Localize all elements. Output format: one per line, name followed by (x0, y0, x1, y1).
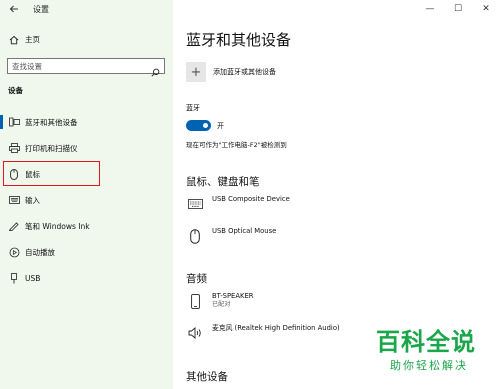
group-heading-audio: 音频 (186, 273, 207, 285)
sidebar-item-printers[interactable]: 打印机和扫描仪 (0, 139, 173, 157)
device-name: USB Optical Mouse (212, 227, 277, 235)
sidebar-item-label: 笔和 Windows Ink (25, 222, 90, 231)
sidebar-item-pen[interactable]: 笔和 Windows Ink (0, 217, 173, 235)
device-usb-optical-mouse[interactable]: USB Optical Mouse (186, 226, 486, 246)
group-heading-mouse-keyboard-pen: 鼠标、键盘和笔 (186, 176, 260, 188)
device-status: 已配对 (212, 301, 231, 308)
sidebar-item-label: 打印机和扫描仪 (25, 144, 78, 153)
sidebar-item-label: 输入 (25, 196, 40, 205)
app-title: 设置 (33, 5, 49, 14)
maximize-button[interactable]: ☐ (444, 2, 472, 16)
bluetooth-state-label: 开 (217, 122, 224, 130)
search-box[interactable] (7, 58, 165, 77)
speaker-icon (186, 323, 204, 343)
discoverable-text: 现在可作为"工作电脑-F2"被检测到 (186, 141, 287, 149)
keyboard-icon (186, 194, 204, 214)
sidebar-item-autoplay[interactable]: 自动播放 (0, 243, 173, 261)
bluetooth-toggle[interactable] (186, 120, 211, 131)
home-icon (8, 33, 20, 47)
window-controls: — ☐ ✕ (416, 2, 500, 16)
page-title: 蓝牙和其他设备 (186, 31, 292, 49)
close-button[interactable]: ✕ (472, 2, 500, 16)
highlight-box (3, 161, 100, 186)
pen-icon (8, 219, 20, 233)
watermark-main: 百科全说 (376, 328, 476, 356)
sidebar-item-input[interactable]: 输入 (0, 191, 173, 209)
add-device-label[interactable]: 添加蓝牙或其他设备 (213, 67, 276, 77)
device-bt-speaker[interactable]: BT-SPEAKER 已配对 (186, 291, 486, 311)
device-name: 麦克风 (Realtek High Definition Audio) (212, 324, 340, 332)
autoplay-icon (8, 245, 20, 259)
sidebar-item-usb[interactable]: USB (0, 269, 173, 287)
plus-icon: + (190, 64, 202, 80)
watermark: 百科全说 助你轻松解决 (364, 328, 500, 389)
toggle-knob (203, 123, 208, 128)
sidebar-item-label: 蓝牙和其他设备 (25, 118, 78, 127)
phone-icon (186, 291, 204, 311)
back-arrow-icon[interactable] (9, 4, 19, 16)
bluetooth-label: 蓝牙 (186, 104, 200, 112)
group-heading-other: 其他设备 (186, 371, 228, 383)
watermark-sub: 助你轻松解决 (390, 359, 468, 372)
title-bar: 设置 (0, 0, 173, 20)
add-device-button[interactable]: + (186, 62, 206, 82)
bluetooth-devices-icon (8, 115, 20, 129)
sidebar-item-label: 自动播放 (25, 248, 55, 257)
device-name: USB Composite Device (212, 195, 290, 203)
device-usb-composite[interactable]: USB Composite Device (186, 194, 486, 214)
search-input[interactable] (12, 61, 146, 71)
keyboard-icon (8, 193, 20, 207)
settings-sidebar: 设置 主页 设备 蓝牙和其他设备 打印机和扫描仪 鼠标 (0, 0, 173, 389)
selection-accent (0, 115, 3, 129)
minimize-button[interactable]: — (416, 2, 444, 16)
sidebar-item-label: 主页 (25, 35, 40, 44)
search-icon[interactable] (151, 62, 160, 81)
mouse-icon (186, 226, 204, 246)
sidebar-item-bluetooth[interactable]: 蓝牙和其他设备 (0, 113, 173, 131)
usb-icon (8, 271, 20, 285)
section-label-devices: 设备 (8, 86, 23, 95)
printer-icon (8, 141, 20, 155)
sidebar-item-home[interactable]: 主页 (0, 33, 173, 49)
sidebar-item-label: USB (25, 274, 41, 283)
